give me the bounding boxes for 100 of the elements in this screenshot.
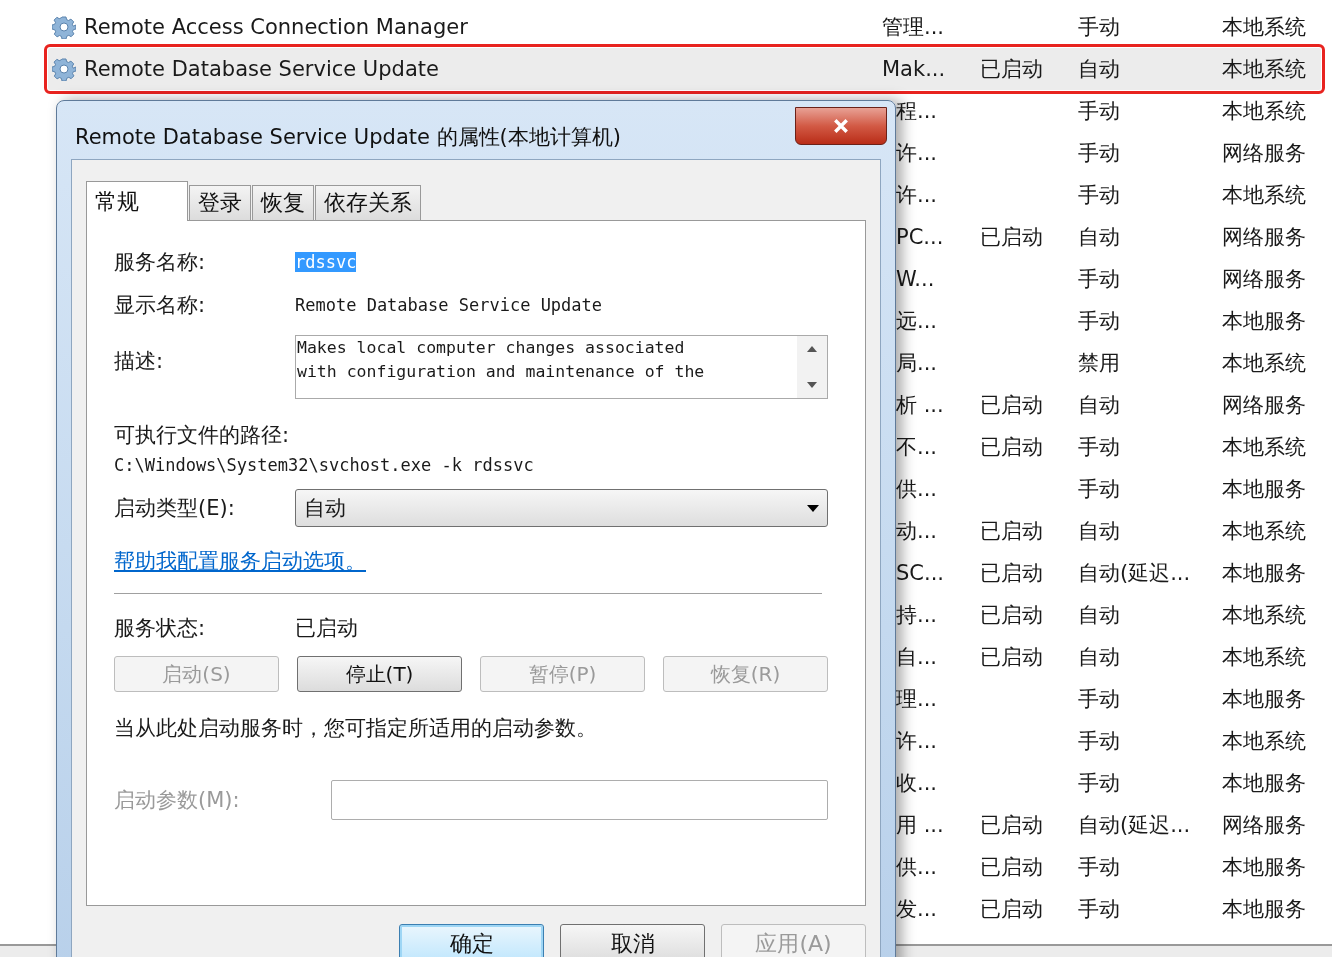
service-status: 已启动	[980, 392, 1044, 419]
logon-account: 本地系统	[1222, 434, 1307, 461]
logon-account: 本地服务	[1222, 770, 1307, 797]
service-description: 理...	[895, 686, 939, 713]
logon-account: 本地服务	[1222, 686, 1307, 713]
service-description: PC...	[895, 225, 945, 249]
logon-account: 本地服务	[1222, 896, 1307, 923]
startup-type: 手动	[1078, 854, 1121, 881]
tab[interactable]: 恢复	[252, 185, 314, 220]
tab[interactable]: 常规	[86, 181, 188, 221]
tab[interactable]: 登录	[189, 185, 251, 220]
startup-type: 手动	[1078, 770, 1121, 797]
logon-account: 本地系统	[1222, 644, 1307, 671]
service-description: 供...	[895, 476, 939, 503]
service-status: 已启动	[980, 812, 1044, 839]
startup-type: 手动	[1078, 728, 1121, 755]
logon-account: 网络服务	[1222, 140, 1307, 167]
field-label: 启动类型(E):	[114, 495, 236, 522]
service-status: 已启动	[980, 224, 1044, 251]
startup-type: 手动	[1078, 266, 1121, 293]
service-description: 不...	[895, 434, 939, 461]
tab[interactable]: 依存关系	[315, 185, 421, 220]
service-control-button[interactable]: 停止(T)	[297, 656, 462, 692]
scrollbar[interactable]	[797, 336, 827, 398]
logon-account: 本地系统	[1222, 518, 1307, 545]
service-description: 许...	[895, 728, 939, 755]
startup-type: 手动	[1078, 308, 1121, 335]
close-button[interactable]	[795, 107, 887, 145]
logon-account: 本地系统	[1222, 56, 1307, 83]
logon-account: 本地服务	[1222, 560, 1307, 587]
service-description: 用 ...	[895, 812, 945, 839]
service-status: 已启动	[980, 854, 1044, 881]
path-value: C:\Windows\System32\svchost.exe -k rdssvc	[114, 455, 535, 475]
service-description: 动...	[895, 518, 939, 545]
service-status: 已启动	[980, 644, 1044, 671]
service-name: Remote Database Service Update	[84, 57, 440, 81]
logon-account: 本地系统	[1222, 14, 1307, 41]
dropdown-arrow-icon	[807, 504, 819, 512]
logon-account: 本地系统	[1222, 182, 1307, 209]
help-link[interactable]: 帮助我配置服务启动选项。	[114, 547, 366, 575]
startup-type: 手动	[1078, 182, 1121, 209]
startup-type: 自动	[1078, 602, 1121, 629]
startup-type: 自动	[1078, 644, 1121, 671]
service-description: 许...	[895, 182, 939, 209]
startup-type: 手动	[1078, 434, 1121, 461]
service-description: SC...	[895, 561, 946, 585]
field-label: 启动参数(M):	[114, 787, 241, 814]
service-row[interactable]: Remote Access Connection Manager 管理... 手动 本地系统	[48, 6, 1332, 48]
service-description: 自...	[895, 644, 939, 671]
field-label: 描述:	[114, 348, 165, 375]
service-description: W...	[895, 267, 936, 291]
logon-account: 网络服务	[1222, 812, 1307, 839]
service-status: 已启动	[980, 896, 1044, 923]
description-box[interactable]: Makes local computer changes associated with configuration and maintenance of the	[295, 335, 828, 399]
close-icon	[833, 119, 849, 133]
startup-type: 手动	[1078, 140, 1121, 167]
logon-account: 网络服务	[1222, 266, 1307, 293]
scroll-down-icon[interactable]	[807, 382, 817, 388]
startup-type: 自动	[1078, 224, 1121, 251]
service-description: 供...	[895, 854, 939, 881]
service-description: 发...	[895, 896, 939, 923]
startup-type-dropdown[interactable]: 自动	[295, 489, 828, 527]
logon-account: 本地系统	[1222, 98, 1307, 125]
service-description: 管理...	[882, 14, 946, 41]
startup-type: 手动	[1078, 14, 1121, 41]
service-status-value: 已启动	[295, 615, 358, 642]
logon-account: 本地系统	[1222, 350, 1307, 377]
startup-type: 自动	[1078, 518, 1121, 545]
startup-type: 自动(延迟...	[1078, 560, 1192, 587]
field-label: 服务名称:	[114, 249, 207, 276]
field-label: 服务状态:	[114, 615, 207, 642]
scroll-up-icon[interactable]	[807, 346, 817, 352]
service-description: 析 ...	[895, 392, 945, 419]
service-description: Mak...	[882, 57, 947, 81]
service-description: 局...	[895, 350, 939, 377]
field-label: 显示名称:	[114, 292, 207, 319]
startup-type: 手动	[1078, 476, 1121, 503]
dialog-button[interactable]: 取消	[560, 924, 705, 957]
startup-type: 手动	[1078, 98, 1121, 125]
startup-type: 自动	[1078, 56, 1121, 83]
logon-account: 网络服务	[1222, 392, 1307, 419]
logon-account: 本地服务	[1222, 476, 1307, 503]
service-name: Remote Access Connection Manager	[84, 15, 469, 39]
note-text: 当从此处启动服务时，您可指定所适用的启动参数。	[114, 715, 598, 742]
display-name-value: Remote Database Service Update	[295, 295, 603, 315]
service-description: 收...	[895, 770, 939, 797]
dialog-button[interactable]: 确定	[399, 924, 544, 957]
service-status: 已启动	[980, 602, 1044, 629]
startup-type: 禁用	[1078, 350, 1121, 377]
service-description: 远...	[895, 308, 939, 335]
service-description: 许...	[895, 140, 939, 167]
service-status: 已启动	[980, 56, 1044, 83]
field-label: 可执行文件的路径:	[114, 422, 291, 449]
startup-type: 自动	[1078, 392, 1121, 419]
startup-type: 自动(延迟...	[1078, 812, 1192, 839]
service-description: 持...	[895, 602, 939, 629]
logon-account: 本地系统	[1222, 728, 1307, 755]
startup-type: 手动	[1078, 686, 1121, 713]
window-title: Remote Database Service Update 的属性(本地计算机)	[75, 124, 621, 151]
service-status: 已启动	[980, 434, 1044, 461]
